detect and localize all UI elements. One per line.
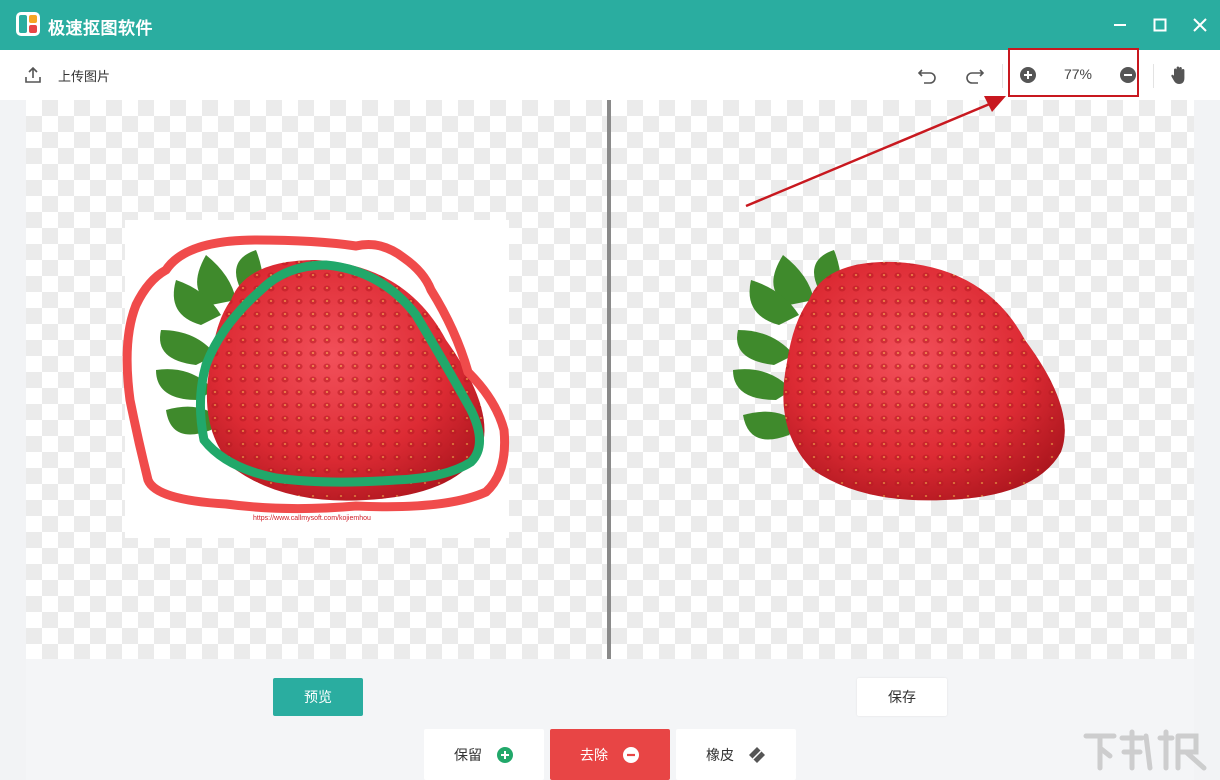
- redo-button[interactable]: [964, 64, 986, 86]
- source-image: https://www.callmysoft.com/kojiemhou: [122, 220, 510, 538]
- app-title: 极速抠图软件: [48, 19, 153, 38]
- redo-icon: [966, 69, 985, 84]
- minimize-button[interactable]: [1107, 12, 1133, 38]
- upload-image-button[interactable]: 上传图片: [24, 64, 110, 86]
- upload-label: 上传图片: [58, 68, 111, 84]
- toolbar-separator: [1153, 64, 1154, 88]
- result-image: [733, 250, 1065, 501]
- title-bar: 极速抠图软件: [0, 0, 1220, 50]
- remove-brush-button[interactable]: 去除: [550, 729, 670, 780]
- result-canvas: [611, 100, 1194, 659]
- hand-icon: [1171, 66, 1185, 84]
- undo-button[interactable]: [916, 64, 938, 86]
- keep-brush-label: 保留: [454, 746, 482, 763]
- save-button[interactable]: 保存: [857, 678, 947, 716]
- minus-circle-icon: [622, 746, 640, 764]
- upload-icon: [25, 66, 41, 83]
- pan-tool-button[interactable]: [1168, 64, 1190, 86]
- maximize-icon: [1153, 18, 1167, 32]
- eraser-icon: [748, 746, 766, 764]
- preview-button[interactable]: 预览: [273, 678, 363, 716]
- watermark-logo: [1083, 729, 1207, 771]
- toolbar-separator: [1002, 64, 1003, 88]
- eraser-button[interactable]: 橡皮: [676, 729, 796, 780]
- undo-icon: [917, 69, 936, 84]
- close-button[interactable]: [1187, 12, 1213, 38]
- plus-circle-icon: [496, 746, 514, 764]
- edit-canvas[interactable]: https://www.callmysoft.com/kojiemhou: [26, 100, 607, 659]
- image-caption-url: https://www.callmysoft.com/kojiemhou: [253, 515, 371, 522]
- remove-brush-label: 去除: [580, 746, 608, 763]
- eraser-label: 橡皮: [706, 746, 734, 763]
- close-icon: [1193, 18, 1207, 32]
- keep-brush-button[interactable]: 保留: [424, 729, 544, 780]
- maximize-button[interactable]: [1147, 12, 1173, 38]
- app-logo: [16, 12, 40, 36]
- zoom-highlight-box: [1008, 48, 1139, 97]
- minimize-icon: [1114, 24, 1126, 26]
